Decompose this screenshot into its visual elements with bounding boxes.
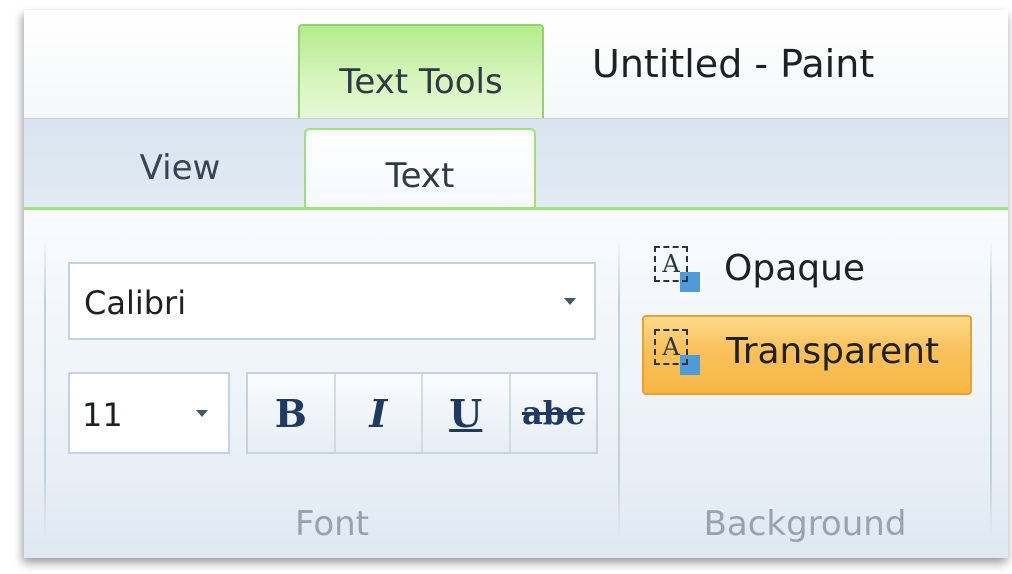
opaque-background-icon: A	[654, 246, 700, 296]
bold-button[interactable]: B	[248, 374, 336, 452]
transparent-label: Transparent	[726, 331, 940, 372]
transparent-background-icon: A	[654, 329, 700, 379]
context-tab-text-tools: Text Tools	[298, 24, 544, 124]
font-family-value: Calibri	[84, 284, 187, 322]
italic-button[interactable]: I	[336, 374, 423, 452]
tab-text-label: Text	[385, 156, 455, 196]
group-separator	[990, 238, 992, 538]
tab-view[interactable]: View	[120, 148, 240, 188]
font-size-dropdown[interactable]: 11	[68, 372, 230, 454]
tab-text[interactable]: Text	[304, 128, 536, 216]
context-tab-label: Text Tools	[339, 62, 503, 102]
opaque-button[interactable]: A Opaque	[646, 232, 936, 312]
context-accent-line	[24, 207, 1008, 210]
group-separator	[44, 238, 46, 538]
transparent-button[interactable]: A Transparent	[642, 315, 972, 395]
font-family-dropdown[interactable]: Calibri	[68, 262, 596, 340]
font-group-label: Font	[294, 504, 370, 544]
underline-button[interactable]: U	[423, 374, 511, 452]
text-format-buttons: B I U abc	[246, 372, 598, 454]
text-box-glyph: A	[654, 329, 688, 365]
opaque-label: Opaque	[724, 248, 866, 289]
window-title: Untitled - Paint	[592, 42, 875, 86]
strikethrough-button[interactable]: abc	[511, 374, 597, 452]
background-group-label: Background	[703, 504, 907, 544]
chevron-down-icon	[564, 298, 576, 305]
chevron-down-icon	[196, 410, 208, 417]
text-box-glyph: A	[654, 246, 688, 282]
paint-window: Text Tools Untitled - Paint View Text Ca…	[24, 10, 1008, 558]
group-separator	[618, 238, 620, 538]
font-size-value: 11	[82, 396, 123, 434]
